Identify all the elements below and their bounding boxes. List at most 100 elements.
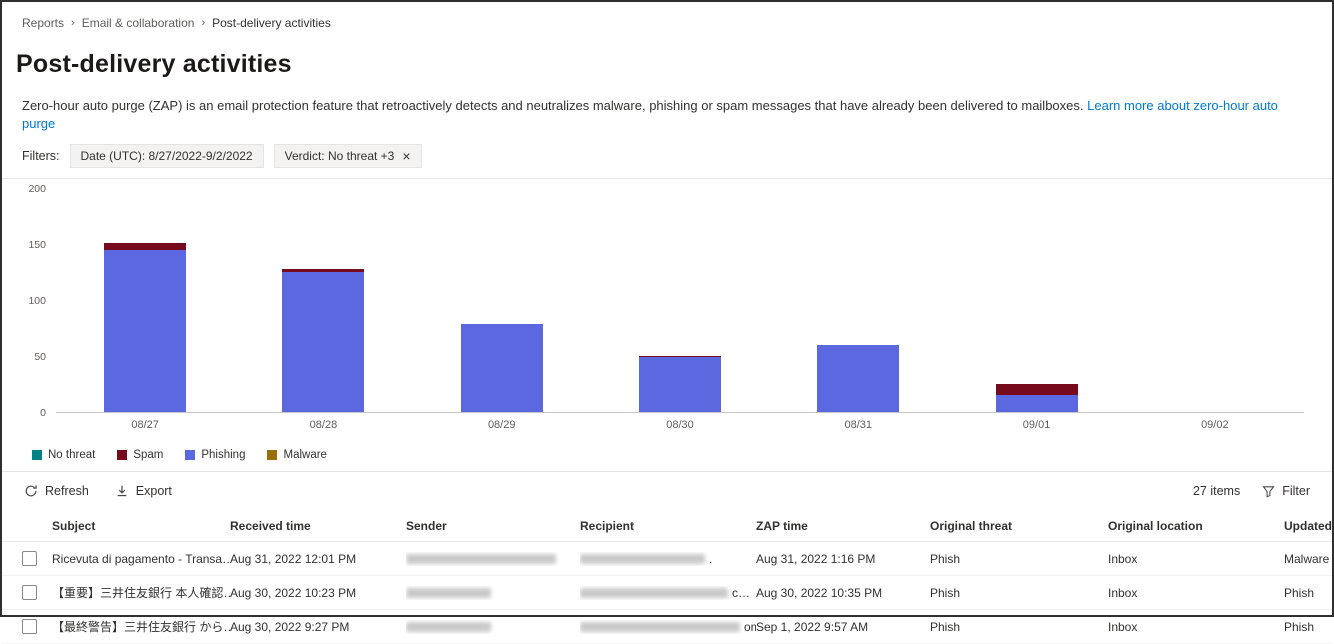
filter-chip-verdict-label: Verdict: No threat +3 <box>284 149 395 164</box>
filter-funnel-icon <box>1262 485 1275 498</box>
legend-item-phishing[interactable]: Phishing <box>185 449 245 461</box>
legend-item-malware[interactable]: Malware <box>267 449 327 462</box>
legend-item-spam[interactable]: Spam <box>117 449 163 461</box>
bar-stack <box>638 189 721 413</box>
refresh-icon <box>24 484 38 498</box>
bar-segment-phishing[interactable] <box>282 271 365 413</box>
table-row[interactable]: 【最終警告】三井住友銀行 から… Aug 30, 2022 9:27 PM om Se… <box>2 610 1332 644</box>
filter-chip-date-label: Date (UTC): 8/27/2022-9/2/2022 <box>80 149 253 164</box>
legend-label: Spam <box>133 449 164 462</box>
chart-legend: No threat Spam Phishing Malware <box>32 449 1332 461</box>
table-cell <box>406 620 580 634</box>
row-checkbox[interactable] <box>22 551 37 567</box>
y-tick-label: 50 <box>34 351 46 364</box>
x-tick-label: 09/01 <box>1022 419 1051 432</box>
redacted-value <box>580 588 728 599</box>
legend-swatch <box>117 450 128 461</box>
filter-chip-verdict[interactable]: Verdict: No threat +3 × <box>273 144 422 169</box>
breadcrumb-separator-icon: › <box>71 17 75 29</box>
chart-category: 08/27 <box>56 189 234 431</box>
table-cell: Aug 31, 2022 1:16 PM <box>756 551 876 566</box>
y-tick-label: 200 <box>28 183 46 196</box>
chart-category: 08/28 <box>234 189 412 431</box>
description-text: Zero-hour auto purge (ZAP) is an email p… <box>22 98 1084 113</box>
table-header: Subject Received time Sender Recipient ZAP t… <box>2 510 1334 543</box>
chart-category: 08/31 <box>769 189 947 431</box>
close-icon[interactable]: × <box>402 149 410 163</box>
table-cell: Malware <box>1284 551 1330 566</box>
page-title: Post-delivery activities <box>16 50 292 78</box>
y-tick-label: 0 <box>40 407 46 420</box>
checkbox-cell <box>22 585 52 601</box>
bar-segment-spam[interactable] <box>104 242 187 251</box>
chart-category: 09/01 <box>947 189 1125 431</box>
y-tick-label: 150 <box>28 239 46 252</box>
table-cell: Inbox <box>1108 619 1138 634</box>
x-tick-label: 09/02 <box>1201 419 1229 432</box>
bar-segment-phishing[interactable] <box>460 324 543 413</box>
legend-label: Phishing <box>201 449 246 462</box>
filter-button[interactable]: Filter <box>1262 484 1310 498</box>
bar-segment-phishing[interactable] <box>995 395 1078 413</box>
x-tick-label: 08/28 <box>309 419 338 432</box>
breadcrumb-reports[interactable]: Reports <box>22 16 64 30</box>
x-tick-label: 08/27 <box>131 419 159 432</box>
column-header-original-threat[interactable]: Original threat <box>930 519 1108 533</box>
breadcrumb-email-collaboration[interactable]: Email & collaboration <box>82 16 195 30</box>
legend-label: No threat <box>48 449 96 462</box>
table-row[interactable]: 【重要】三井住友銀行 本人確認… Aug 30, 2022 10:23 PM c… A… <box>2 576 1332 611</box>
checkbox-cell <box>22 619 52 635</box>
redacted-value <box>406 588 491 599</box>
redacted-value <box>406 622 491 633</box>
export-icon <box>115 484 129 498</box>
filters-bar: Filters: Date (UTC): 8/27/2022-9/2/2022 … <box>22 144 1332 169</box>
bar-stack <box>817 189 900 413</box>
bar-stack <box>995 189 1078 413</box>
chart-yaxis: 0 50 100 150 200 <box>12 183 46 419</box>
bar-segment-phishing[interactable] <box>104 250 187 413</box>
export-label: Export <box>135 484 172 499</box>
refresh-button[interactable]: Refresh <box>24 484 89 498</box>
column-header-original-location[interactable]: Original location <box>1108 519 1284 533</box>
zap-activity-chart: 0 50 100 150 200 08/27 08/28 08/29 08/30 08/31 09… <box>12 183 1304 435</box>
section-divider <box>2 178 1332 180</box>
table-cell: Inbox <box>1108 551 1138 566</box>
items-count: 27 items <box>1192 484 1241 499</box>
row-checkbox[interactable] <box>22 619 37 635</box>
chart-plot: 08/27 08/28 08/29 08/30 08/31 09/01 09/02 <box>56 189 1304 431</box>
filters-label: Filters: <box>22 149 60 164</box>
bar-stack <box>104 189 187 413</box>
table-row[interactable]: Ricevuta di pagamento - Transa… Aug 31, 2… <box>2 542 1332 577</box>
chart-category: 08/30 <box>591 189 769 431</box>
column-header-received-time[interactable]: Received time <box>230 519 406 533</box>
breadcrumb-separator-icon: › <box>201 17 206 29</box>
command-bar: Refresh Export 27 items Filter <box>2 472 1332 510</box>
x-tick-label: 08/30 <box>666 419 694 432</box>
column-header-subject[interactable]: Subject <box>52 519 230 533</box>
breadcrumb: Reports › Email & collaboration › Post-d… <box>2 2 1332 30</box>
column-header-zap-time[interactable]: ZAP time <box>756 519 930 533</box>
bar-segment-phishing[interactable] <box>817 345 900 413</box>
table-cell: Phish <box>1284 585 1315 600</box>
chart-category: 09/02 <box>1126 189 1304 431</box>
table-cell <box>406 552 580 566</box>
column-header-sender[interactable]: Sender <box>406 519 580 533</box>
chart-category: 08/29 <box>413 189 591 431</box>
table-cell: Aug 31, 2022 12:01 PM <box>230 551 357 566</box>
table-cell: Phish <box>930 585 961 600</box>
bar-segment-phishing[interactable] <box>638 357 721 413</box>
legend-item-no-threat[interactable]: No threat <box>32 449 95 461</box>
column-header-updated-threat[interactable]: Updated threat <box>1284 519 1334 533</box>
table-cell: Phish <box>930 551 961 566</box>
table-cell: Inbox <box>1108 585 1138 600</box>
filter-chip-date[interactable]: Date (UTC): 8/27/2022-9/2/2022 <box>69 144 264 169</box>
table-cell: . <box>580 552 756 566</box>
bar-segment-spam[interactable] <box>995 384 1078 396</box>
export-button[interactable]: Export <box>115 484 172 498</box>
column-header-recipient[interactable]: Recipient <box>580 519 756 533</box>
x-tick-label: 08/31 <box>844 419 873 432</box>
legend-label: Malware <box>283 449 327 462</box>
row-checkbox[interactable] <box>22 585 37 601</box>
table-cell: om <box>580 620 756 634</box>
x-tick-label: 08/29 <box>487 419 516 432</box>
